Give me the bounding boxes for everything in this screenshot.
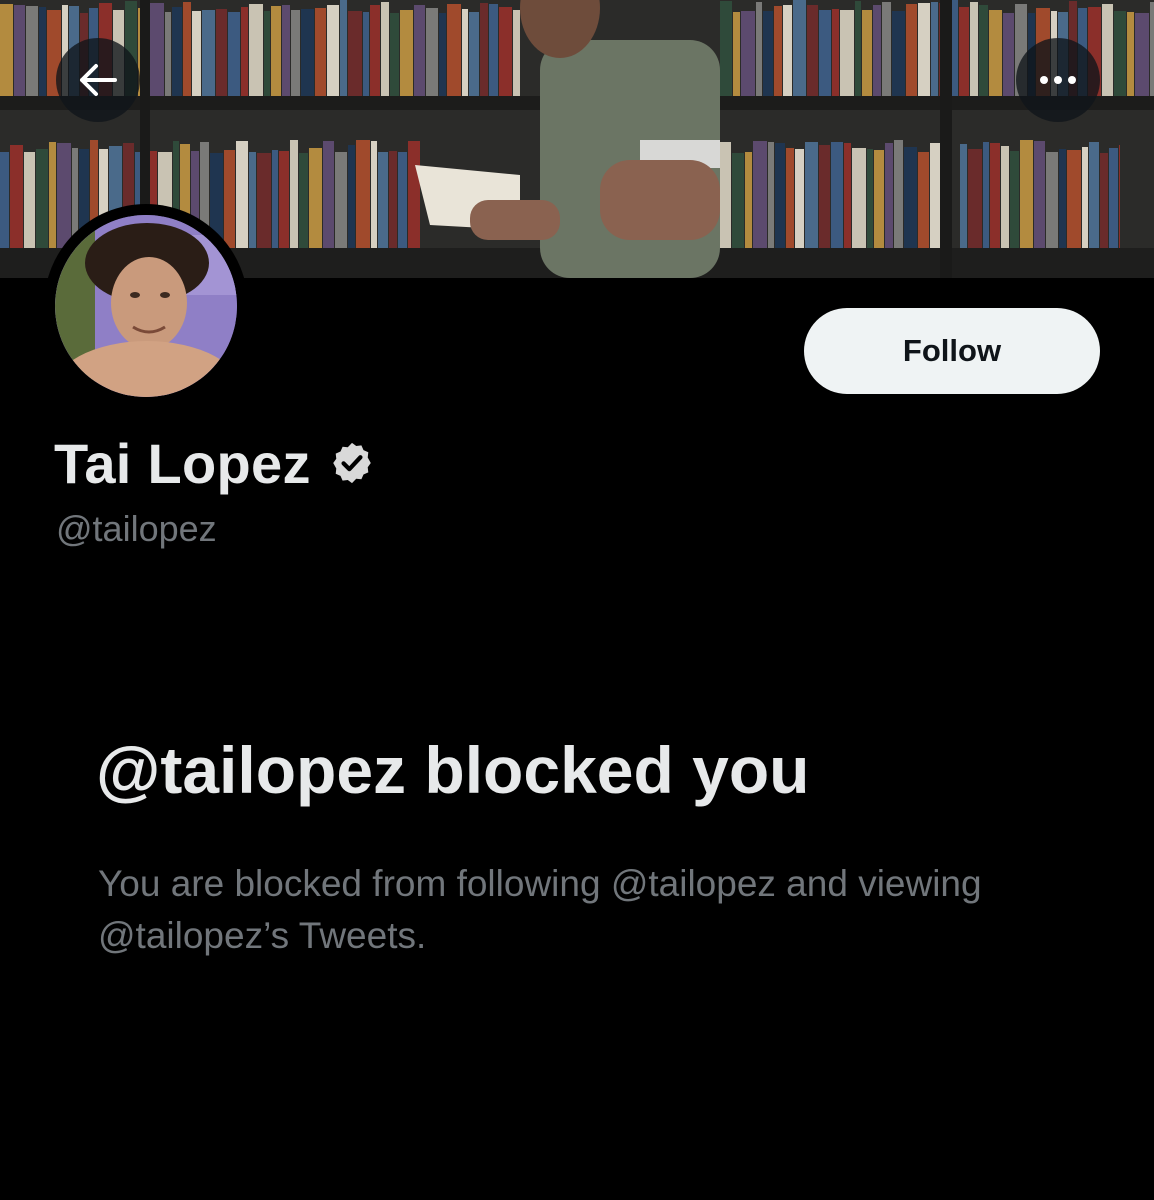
arrow-left-icon (80, 64, 117, 96)
avatar-border (44, 204, 248, 408)
display-name: Tai Lopez (54, 431, 311, 495)
back-button[interactable] (56, 38, 140, 122)
blocked-title: @tailopez blocked you (96, 733, 810, 807)
avatar-image (55, 215, 237, 397)
verified-badge-icon[interactable] (329, 440, 375, 486)
profile-handle: @tailopez (56, 508, 217, 549)
more-options-button[interactable] (1016, 38, 1100, 122)
profile-name-row: Tai Lopez (54, 428, 375, 498)
more-horizontal-icon (1040, 76, 1076, 84)
blocked-description: You are blocked from following @tailopez… (98, 863, 982, 956)
follow-button[interactable]: Follow (804, 308, 1100, 394)
avatar[interactable] (55, 215, 237, 397)
